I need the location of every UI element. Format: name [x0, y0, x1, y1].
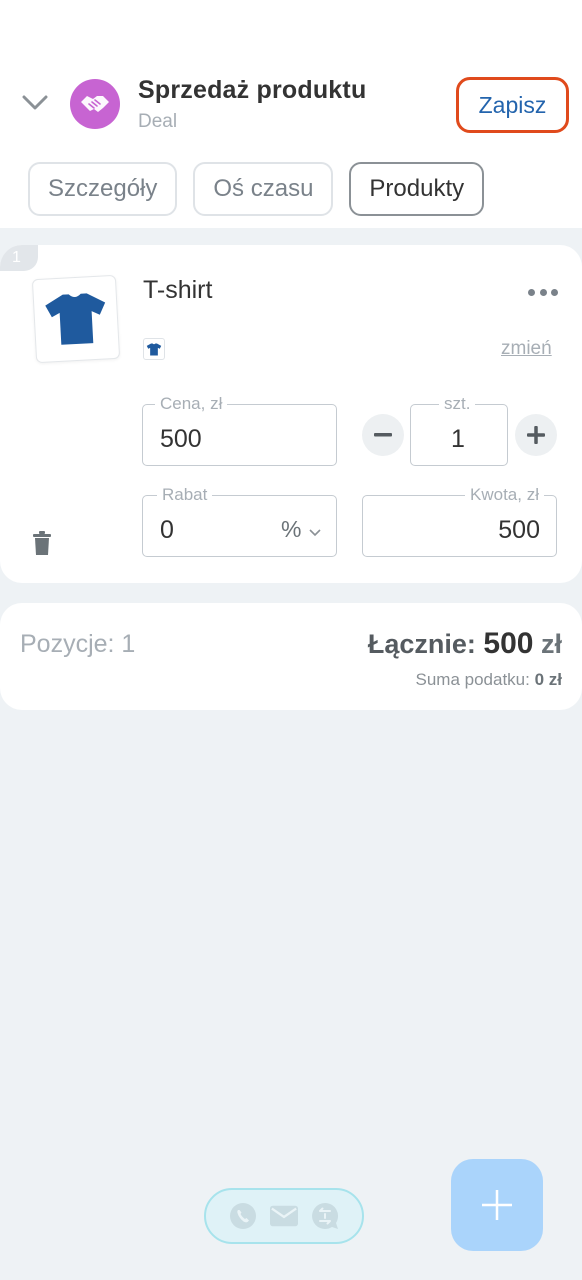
tax-label: Suma podatku:: [415, 670, 530, 689]
collapse-chevron-icon[interactable]: [20, 90, 50, 116]
tax-sum: Suma podatku: 0 zł: [416, 670, 563, 690]
save-button[interactable]: Zapisz: [456, 77, 569, 133]
add-button[interactable]: [451, 1159, 543, 1251]
tshirt-icon[interactable]: [31, 274, 121, 364]
tshirt-icon: [143, 338, 165, 360]
handshake-icon: [70, 79, 120, 129]
quantity-field[interactable]: szt. 1: [410, 394, 508, 466]
total-label: Łącznie:: [367, 629, 476, 659]
communication-bar: [204, 1188, 364, 1244]
tab-timeline[interactable]: Oś czasu: [193, 162, 334, 216]
tab-products[interactable]: Produkty: [349, 162, 485, 216]
chat-icon[interactable]: [311, 1202, 339, 1230]
total-value: 500: [483, 627, 534, 660]
discount-value: 0: [160, 516, 174, 544]
amount-field[interactable]: Kwota, zł 500: [362, 485, 557, 557]
increase-quantity-button[interactable]: [515, 414, 557, 456]
tax-value: 0 zł: [534, 670, 562, 689]
deal-header: Sprzedaż produktu Deal Zapisz Szczegóły …: [0, 0, 582, 228]
decrease-quantity-button[interactable]: [362, 414, 404, 456]
quantity-value: 1: [451, 425, 465, 453]
discount-field-label: Rabat: [157, 485, 213, 505]
quantity-field-label: szt.: [439, 394, 476, 414]
phone-icon[interactable]: [229, 1202, 257, 1230]
tab-bar: Szczegóły Oś czasu Produkty: [28, 162, 485, 216]
positions-count: Pozycje: 1: [20, 630, 136, 658]
price-value: 500: [160, 425, 202, 453]
amount-value: 500: [498, 516, 540, 544]
summary-card: Pozycje: 1 Łącznie: 500 zł Suma podatku:…: [0, 603, 582, 710]
change-product-link[interactable]: zmień: [501, 338, 552, 360]
page-title: Sprzedaż produktu: [138, 76, 367, 104]
amount-field-label: Kwota, zł: [465, 485, 544, 505]
tab-details[interactable]: Szczegóły: [28, 162, 178, 216]
total-currency: zł: [540, 629, 562, 659]
product-card: 1 T-shirt zmień Cena, zł 500 szt. 1 Raba…: [0, 245, 582, 583]
total-amount: Łącznie: 500 zł: [368, 627, 562, 661]
discount-field[interactable]: Rabat 0 %: [142, 485, 337, 557]
mail-icon[interactable]: [270, 1202, 298, 1230]
product-index-badge: 1: [0, 245, 38, 271]
product-name: T-shirt: [143, 276, 213, 304]
plus-icon: [482, 1190, 512, 1220]
price-field-label: Cena, zł: [155, 394, 228, 414]
delete-product-icon[interactable]: [33, 531, 51, 555]
chevron-down-icon[interactable]: [309, 524, 321, 542]
more-options-icon[interactable]: [528, 285, 558, 299]
discount-unit-select[interactable]: %: [281, 516, 301, 543]
price-field[interactable]: Cena, zł 500: [142, 394, 337, 466]
entity-type-label: Deal: [138, 111, 178, 132]
